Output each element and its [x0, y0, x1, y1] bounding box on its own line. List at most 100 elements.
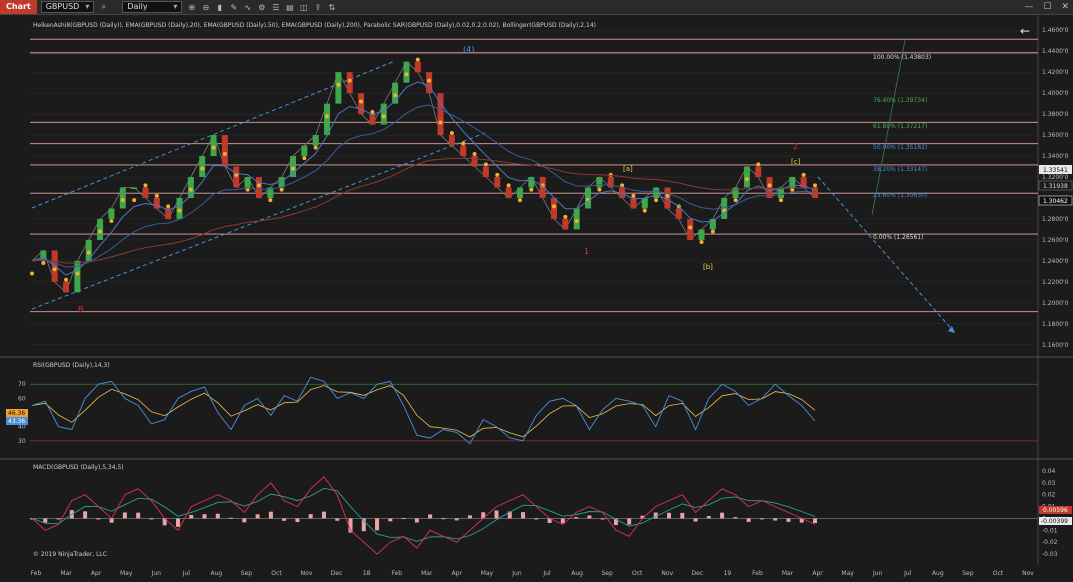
price-candle — [210, 135, 217, 157]
price-candle — [199, 156, 206, 178]
price-y-tick: 1.2000'0 — [1042, 300, 1069, 307]
sar-dot — [744, 177, 749, 182]
sar-dot — [778, 198, 783, 203]
fib-label-500: 50.00% (1.35182) — [873, 144, 927, 151]
instrument-selector[interactable]: GBPUSD ▾ — [40, 1, 95, 13]
sar-dot — [574, 219, 579, 224]
x-axis[interactable]: Feb Mar Apr May Jun Jul Aug Sep Oct Nov Dec 18 Feb Ma… — [31, 570, 1035, 577]
rsi-panel — [30, 358, 1038, 458]
macd-hist-bar — [813, 518, 817, 524]
sar-dot — [415, 57, 420, 62]
price-candle — [426, 72, 433, 94]
price-candle — [380, 103, 387, 125]
wave-label-4: (4) — [463, 45, 474, 54]
drawing-tool-icon[interactable]: ✎ — [229, 3, 238, 12]
macd-hist-bar — [467, 515, 472, 519]
fib-label-764: 76.40% (1.39734) — [873, 97, 927, 104]
sar-dot — [438, 120, 443, 125]
maximize-icon[interactable]: ☐ — [1043, 0, 1051, 14]
minimize-icon[interactable]: — — [1024, 0, 1033, 14]
strategy-icon[interactable]: ⚙ — [257, 3, 266, 12]
x-axis-label: Oct — [271, 570, 282, 577]
x-axis-label: Nov — [1022, 570, 1034, 577]
sar-dot — [166, 204, 171, 209]
macd-y-tick: -0.02 — [1042, 539, 1058, 546]
chevron-down-icon: ▾ — [85, 2, 90, 11]
wave-label-b: B — [78, 305, 84, 314]
x-axis-label: Feb — [391, 570, 402, 577]
price-candle — [755, 166, 762, 178]
x-axis-label: Jul — [182, 570, 191, 577]
sar-dot — [461, 141, 466, 146]
x-axis-label: Dec — [331, 570, 343, 577]
share-icon[interactable]: ⇪ — [313, 3, 322, 12]
price-candle — [403, 61, 410, 83]
price-y-tick: 1.2400'0 — [1042, 258, 1069, 265]
macd-y-tick: 0.03 — [1042, 480, 1056, 487]
window-buttons: — ☐ ✕ — [1024, 0, 1069, 14]
close-icon[interactable]: ✕ — [1061, 0, 1069, 14]
macd-hist-bar — [773, 518, 778, 521]
macd-hist-bar — [428, 514, 433, 519]
chart-tab[interactable]: Chart — [0, 0, 37, 14]
chart-toolbar: Chart GBPUSD ▾ ⌕ Daily ▾ ⊕ ⊖ ▮ ✎ ∿ ⚙ ☰ ▤ ◫… — [0, 0, 1073, 15]
zoom-in-icon[interactable]: ⊕ — [187, 3, 196, 12]
x-axis-label: Mar — [60, 570, 72, 577]
price-candle — [721, 197, 728, 219]
sar-dot — [552, 204, 556, 209]
sar-dot — [688, 225, 693, 230]
sar-dot — [64, 277, 69, 282]
macd-hist-bar — [175, 518, 180, 527]
price-candle — [358, 93, 365, 115]
price-candle — [221, 135, 228, 167]
timeframe-selector[interactable]: Daily ▾ — [122, 1, 183, 13]
macd-hist-bar — [308, 514, 313, 519]
sar-dot — [200, 166, 205, 171]
price-candle — [153, 197, 160, 209]
sar-dot — [733, 198, 738, 203]
macd-hist-bar — [680, 512, 685, 519]
search-icon[interactable]: ⌕ — [99, 2, 108, 12]
x-axis-label: Sep — [962, 570, 974, 577]
price-indicator-label: HeikenAshi8(GBPUSD (Daily)), EMA(GBPUSD … — [33, 22, 596, 29]
chart-canvas[interactable]: HeikenAshi8(GBPUSD (Daily)), EMA(GBPUSD … — [0, 15, 1073, 582]
macd-hist-bar — [454, 518, 459, 521]
chart-trader-icon[interactable]: ⇅ — [327, 3, 336, 12]
bar-style-icon[interactable]: ▮ — [215, 3, 224, 12]
sar-dot — [813, 183, 817, 188]
data-box-icon[interactable]: ▤ — [285, 3, 294, 12]
price-y-tick: 1.4000'0 — [1042, 90, 1069, 97]
sar-dot — [404, 72, 409, 77]
back-arrow-icon[interactable]: ← — [1020, 24, 1030, 38]
macd-hist-bar — [786, 518, 791, 522]
macd-hist-bar — [441, 518, 446, 520]
sar-dot — [801, 172, 806, 177]
price-candle — [233, 166, 240, 188]
sar-dot — [302, 156, 307, 161]
price-candle — [562, 218, 569, 230]
macd-hist-bar — [414, 518, 419, 523]
macd-y-tick: -0.01 — [1042, 527, 1058, 534]
zoom-out-icon[interactable]: ⊖ — [201, 3, 210, 12]
price-candle — [630, 197, 637, 209]
rsi-y-tick: 70 — [18, 381, 26, 388]
price-candle — [471, 156, 478, 167]
screenshot-icon[interactable]: ◫ — [299, 3, 308, 12]
x-axis-label: Feb — [752, 570, 763, 577]
price-candle — [335, 72, 342, 104]
x-axis-label: Jun — [511, 570, 522, 577]
price-candle — [585, 187, 592, 209]
price-candle — [244, 177, 251, 188]
sar-dot — [98, 229, 103, 234]
properties-icon[interactable]: ☰ — [271, 3, 280, 12]
x-axis-label: May — [481, 570, 494, 577]
sar-dot — [41, 260, 46, 265]
macd-hist-bar — [693, 518, 698, 522]
chevron-down-icon: ▾ — [173, 2, 178, 11]
x-axis-label: Apr — [91, 570, 102, 577]
sar-dot — [188, 187, 193, 192]
rsi-y-tick: 60 — [18, 395, 26, 402]
indicator-icon[interactable]: ∿ — [243, 3, 252, 12]
macd-hist-bar — [574, 517, 579, 519]
sar-dot — [381, 114, 386, 119]
